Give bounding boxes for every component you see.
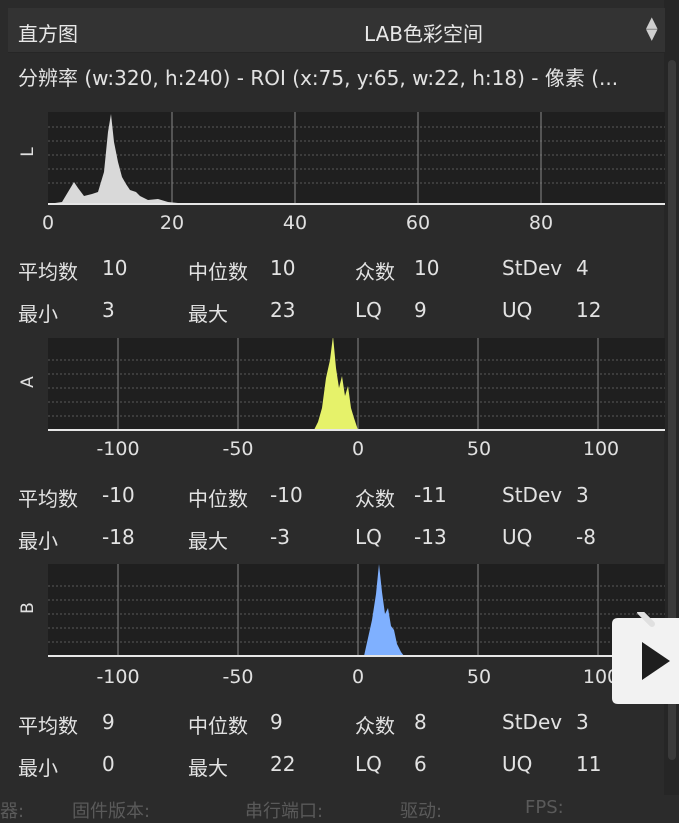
stat-value: 0 [102,752,115,776]
tick-label: 80 [528,212,554,234]
stat-label: 最小 [18,302,58,326]
stat-value: -10 [270,483,303,507]
histogram-a [48,338,665,431]
stat-value: -18 [102,525,135,549]
stat-value: -13 [414,525,447,549]
stat-value: 23 [270,298,296,322]
histogram-title: 直方图 [18,22,78,46]
histogram-a-shape [314,338,358,430]
histogram-a-plot [48,338,665,431]
tick-label: 60 [405,212,431,234]
tick-label: -100 [96,438,140,460]
stat-value: 3 [576,710,589,734]
stat-label: 众数 [355,714,395,738]
updown-arrows-icon[interactable]: ▲ ▼ [646,15,658,42]
stats-row: 最小 0 最大 22 LQ 6 UQ 11 [0,752,679,782]
stat-label: 中位数 [188,487,248,511]
tick-label: 40 [282,212,308,234]
stat-value: 10 [270,256,296,280]
axis-label-l: L [18,147,38,157]
stat-value: -8 [576,525,596,549]
stat-label: 最大 [188,756,228,780]
stat-label: LQ [355,525,382,549]
tick-label: 50 [466,666,492,688]
stat-value: -11 [414,483,447,507]
stat-value: 9 [414,298,427,322]
stat-label: 众数 [355,260,395,284]
stat-value: 3 [102,298,115,322]
status-bar: 器: 固件版本: 串行端口: 驱动: FPS: [0,795,679,822]
status-item: 驱动: [400,801,443,822]
stat-value: -3 [270,525,290,549]
info-bar: 分辨率 (w:320, h:240) - ROI (x:75, y:65, w:… [18,66,619,90]
stats-row: 平均数 -10 中位数 -10 众数 -11 StDev 3 [0,483,679,513]
stat-label: 最大 [188,529,228,553]
stat-label: LQ [355,752,382,776]
stat-label: 平均数 [18,487,78,511]
axis-label-b: B [18,602,38,614]
histogram-b [48,564,665,657]
stat-value: 10 [414,256,440,280]
tick-label: -50 [222,666,254,688]
color-space-select[interactable]: LAB色彩空间 [364,18,483,47]
stat-value: 9 [102,710,115,734]
stat-label: 平均数 [18,260,78,284]
tick-label: -50 [222,438,254,460]
stat-value: 4 [576,256,589,280]
tick-label: 50 [466,438,492,460]
tick-label: -100 [96,666,140,688]
stats-row: 平均数 10 中位数 10 众数 10 StDev 4 [0,256,679,286]
play-overlay-icon[interactable] [612,612,679,710]
stat-label: LQ [355,298,382,322]
stats-row: 最小 3 最大 23 LQ 9 UQ 12 [0,298,679,328]
tick-label: 100 [582,438,620,460]
stat-label: StDev [502,483,563,507]
histogram-b-plot [48,564,665,657]
ticks-b: -100 -50 0 50 100 [0,666,679,696]
tick-label: 20 [159,212,185,234]
stat-label: 中位数 [188,260,248,284]
stat-label: StDev [502,256,563,280]
stat-label: StDev [502,710,563,734]
stat-label: UQ [502,525,533,549]
stat-label: 最大 [188,302,228,326]
stat-label: UQ [502,298,533,322]
stat-value: 3 [576,483,589,507]
stat-label: UQ [502,752,533,776]
histogram-header: 直方图 LAB色彩空间 ▲ ▼ [8,8,665,53]
status-item: FPS: [525,797,564,818]
stat-label: 众数 [355,487,395,511]
stat-label: 最小 [18,529,58,553]
tick-label: 0 [41,212,55,234]
axis-label-a: A [18,376,38,388]
status-item: 固件版本: [72,801,151,822]
tick-label: 0 [351,438,365,460]
stat-value: 10 [102,256,128,280]
stat-label: 平均数 [18,714,78,738]
stats-row: 平均数 9 中位数 9 众数 8 StDev 3 [0,710,679,740]
ticks-a: -100 -50 0 50 100 [0,438,679,468]
histogram-l-plot [48,112,665,205]
stat-value: 9 [270,710,283,734]
status-item: 串行端口: [245,801,324,822]
stat-value: 8 [414,710,427,734]
tick-label: 0 [351,666,365,688]
histogram-l [48,112,665,205]
stat-value: 11 [576,752,602,776]
stat-value: 22 [270,752,296,776]
stat-label: 最小 [18,756,58,780]
ticks-l: 0 20 40 60 80 [0,212,679,242]
stat-value: -10 [102,483,135,507]
stats-row: 最小 -18 最大 -3 LQ -13 UQ -8 [0,525,679,555]
stat-value: 6 [414,752,427,776]
stat-value: 12 [576,298,602,322]
status-item: 器: [0,801,25,822]
stat-label: 中位数 [188,714,248,738]
